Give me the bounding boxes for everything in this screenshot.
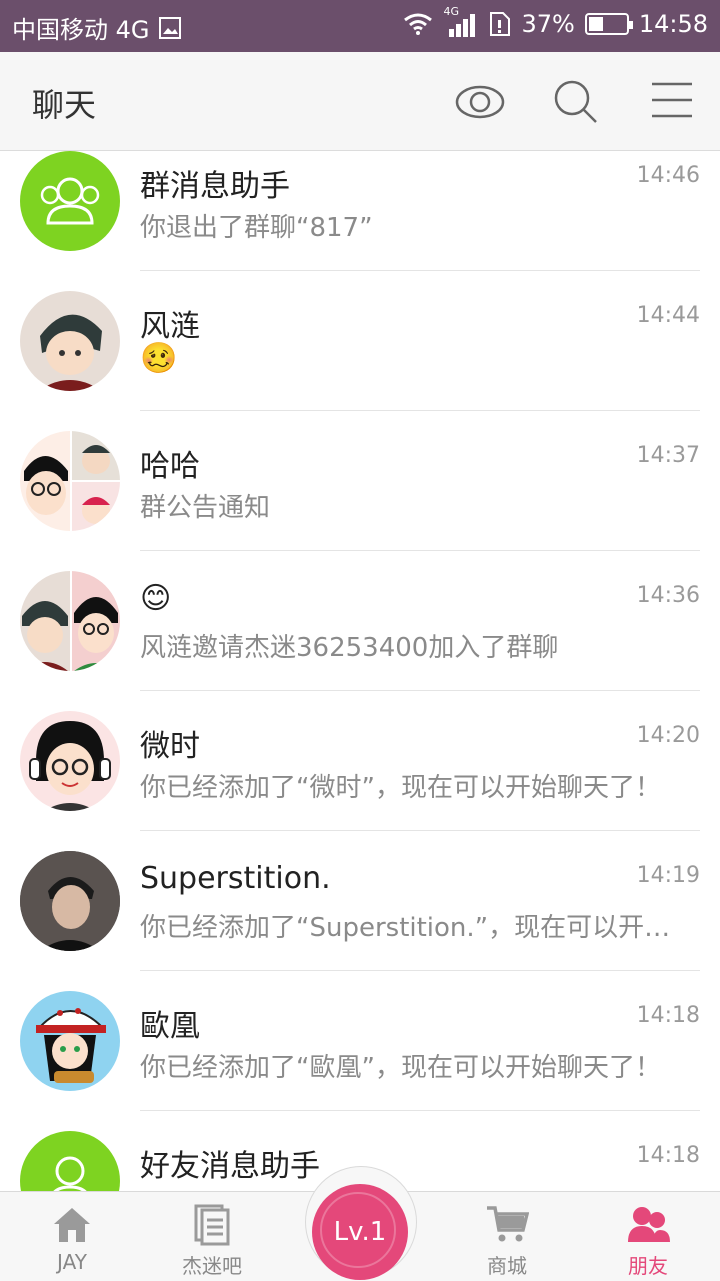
chat-preview: 你已经添加了“Superstition.”，现在可以开… <box>140 913 671 943</box>
smile-emoji-icon: 😊 <box>140 581 172 616</box>
app-header: 聊天 <box>0 52 720 151</box>
chat-item-weishi[interactable]: 微时 你已经添加了“微时”，现在可以开始聊天了！ 14:20 <box>0 711 720 851</box>
tab-jay[interactable]: JAY <box>0 1192 144 1281</box>
divider <box>140 550 700 551</box>
chat-time: 14:18 <box>636 1003 700 1028</box>
divider <box>140 970 700 971</box>
eye-icon[interactable] <box>452 74 508 130</box>
chat-time: 14:46 <box>636 163 700 188</box>
chat-preview: 🥴 <box>140 341 680 376</box>
headphone-girl-avatar <box>20 711 120 811</box>
image-notification-icon <box>158 16 181 39</box>
cartoon-boy-avatar <box>20 291 120 391</box>
divider <box>140 690 700 691</box>
clock: 14:58 <box>638 10 708 38</box>
chat-name: 群消息助手 <box>140 169 290 204</box>
photo-boy-avatar <box>20 851 120 951</box>
level-button[interactable]: Lv.1 <box>312 1184 408 1280</box>
divider <box>140 410 700 411</box>
level-label: Lv.1 <box>333 1217 387 1247</box>
friends-icon <box>628 1207 670 1242</box>
search-icon[interactable] <box>548 74 604 130</box>
chat-time: 14:44 <box>636 303 700 328</box>
chat-preview: 你已经添加了“歐凰”，现在可以开始聊天了！ <box>140 1053 661 1083</box>
group-collage-avatar <box>20 431 120 531</box>
chat-name: 歐凰 <box>140 1009 200 1044</box>
chat-item-superstition[interactable]: Superstition. 你已经添加了“Superstition.”，现在可以… <box>0 851 720 991</box>
chat-list[interactable]: 群消息助手 你退出了群聊“817” 14:46 风涟 🥴 14:44 哈哈 群公… <box>0 151 720 1191</box>
chat-preview: 你退出了群聊“817” <box>140 213 373 243</box>
chat-time: 14:20 <box>636 723 700 748</box>
chat-time: 14:36 <box>636 583 700 608</box>
chat-time: 14:37 <box>636 443 700 468</box>
battery-percent: 37% <box>521 10 575 38</box>
tab-shop[interactable]: 商城 <box>435 1192 579 1281</box>
chat-preview: 你已经添加了“微时”，现在可以开始聊天了！ <box>140 773 661 803</box>
friend-assistant-icon <box>20 1131 120 1191</box>
chat-item-group[interactable]: 😊 风涟邀请杰迷36253400加入了群聊 14:36 <box>0 571 720 711</box>
chat-item-group-assistant[interactable]: 群消息助手 你退出了群聊“817” 14:46 <box>0 151 720 291</box>
tab-jiemiba[interactable]: 杰迷吧 <box>140 1192 284 1281</box>
menu-icon[interactable] <box>644 74 700 130</box>
page-title: 聊天 <box>32 86 97 124</box>
chat-name: Superstition. <box>140 861 331 896</box>
tab-label: JAY <box>57 1250 87 1274</box>
carrier-label: 中国移动 4G <box>12 16 150 44</box>
woozy-emoji-icon: 🥴 <box>140 341 178 376</box>
chat-item-fenglian[interactable]: 风涟 🥴 14:44 <box>0 291 720 431</box>
chat-item-ouhuang[interactable]: 歐凰 你已经添加了“歐凰”，现在可以开始聊天了！ 14:18 <box>0 991 720 1131</box>
home-icon <box>54 1208 90 1242</box>
chat-preview: 群公告通知 <box>140 493 271 523</box>
cap-cartoon-avatar <box>20 991 120 1091</box>
chat-name: 风涟 <box>140 309 200 344</box>
group-assistant-icon <box>20 151 120 251</box>
battery-icon <box>584 13 633 35</box>
tab-label: 杰迷吧 <box>182 1254 242 1278</box>
cart-icon <box>487 1206 529 1242</box>
tab-label: 商城 <box>487 1254 527 1278</box>
divider <box>140 270 700 271</box>
divider <box>140 1110 700 1111</box>
wifi-icon <box>404 13 433 35</box>
tab-label: 朋友 <box>628 1254 668 1278</box>
tab-friends[interactable]: 朋友 <box>576 1192 720 1281</box>
group-pair-avatar <box>20 571 120 671</box>
chat-item-haha[interactable]: 哈哈 群公告通知 14:37 <box>0 431 720 571</box>
signal-icon: 4G <box>443 5 477 37</box>
chat-name: 😊 <box>140 581 171 616</box>
forum-icon <box>194 1204 230 1246</box>
divider <box>140 830 700 831</box>
chat-time: 14:19 <box>636 863 700 888</box>
chat-name: 哈哈 <box>140 449 200 484</box>
sim-alert-icon <box>490 12 511 36</box>
status-bar: 中国移动 4G 4G 37% 14:58 <box>0 0 720 52</box>
chat-preview: 风涟邀请杰迷36253400加入了群聊 <box>140 633 559 663</box>
chat-time: 14:18 <box>636 1143 700 1168</box>
chat-name: 好友消息助手 <box>140 1149 320 1184</box>
chat-name: 微时 <box>140 729 200 764</box>
